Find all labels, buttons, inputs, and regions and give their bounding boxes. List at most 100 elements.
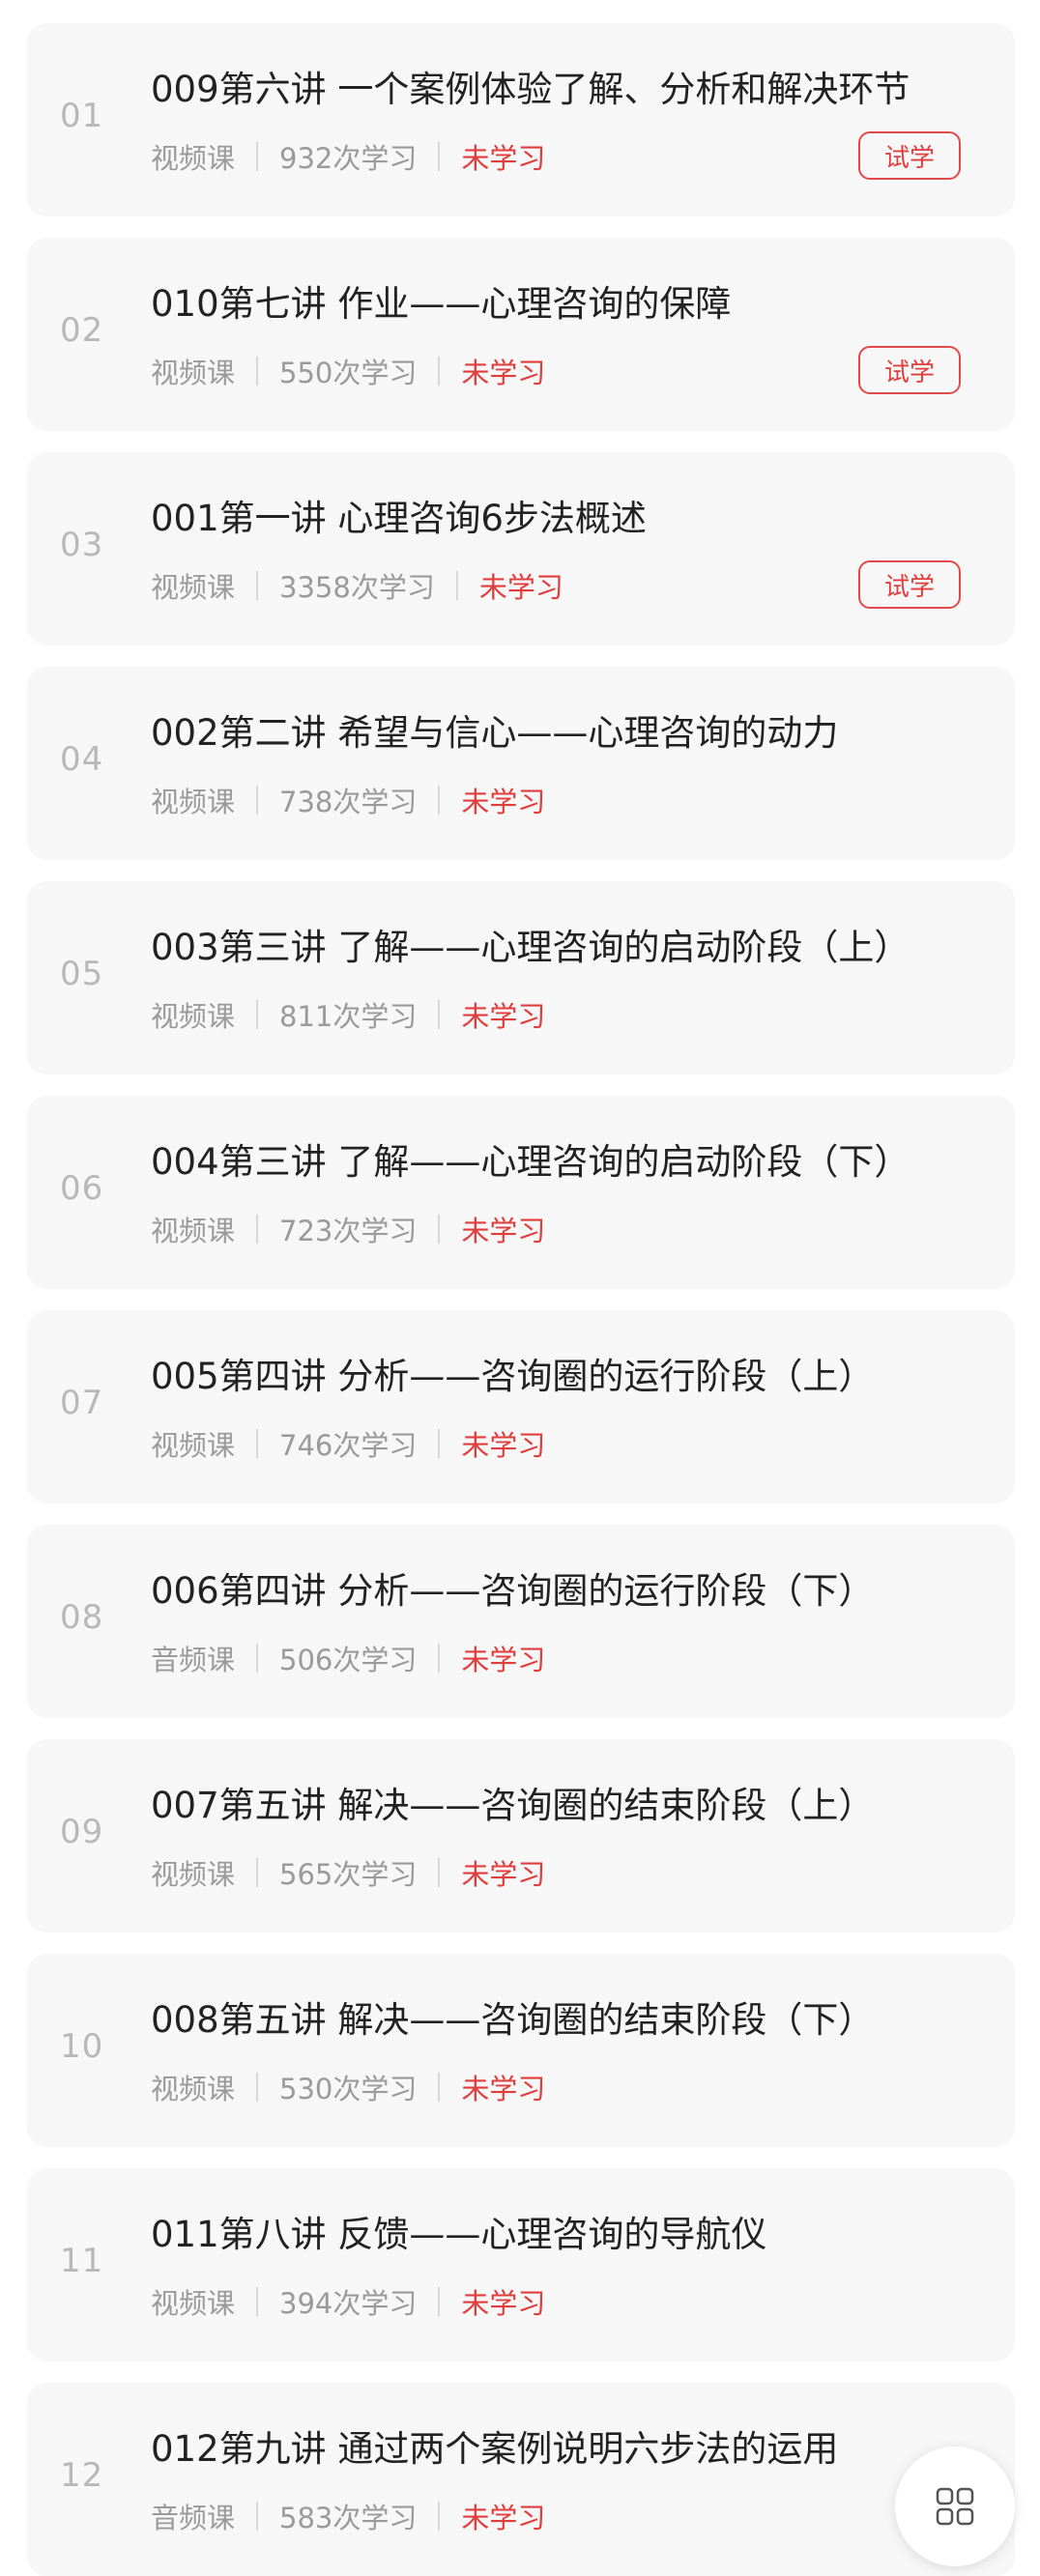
- study-count: 746次学习: [279, 1429, 418, 1462]
- lesson-number: 05: [60, 955, 104, 993]
- lesson-item[interactable]: 11 011第八讲 反馈——心理咨询的导航仪 视频课 394次学习 未学习: [27, 2168, 1015, 2361]
- divider: [256, 1858, 259, 1887]
- lesson-meta: 视频课 746次学习 未学习: [151, 1424, 545, 1463]
- lesson-meta: 视频课 565次学习 未学习: [151, 1853, 545, 1892]
- lesson-title: 002第二讲 希望与信心——心理咨询的动力: [151, 712, 839, 754]
- lesson-title: 009第六讲 一个案例体验了解、分析和解决环节: [151, 69, 910, 110]
- lesson-number: 10: [60, 2027, 104, 2066]
- study-count: 723次学习: [279, 1215, 418, 1247]
- lesson-item[interactable]: 05 003第三讲 了解——心理咨询的启动阶段（上） 视频课 811次学习 未学…: [27, 881, 1015, 1074]
- lesson-number: 09: [60, 1813, 104, 1851]
- lesson-type: 视频课: [151, 1215, 236, 1247]
- divider: [256, 1429, 259, 1458]
- trial-button[interactable]: 试学: [858, 131, 961, 180]
- lesson-meta: 视频课 550次学习 未学习: [151, 352, 545, 390]
- lesson-item[interactable]: 04 002第二讲 希望与信心——心理咨询的动力 视频课 738次学习 未学习: [27, 667, 1015, 860]
- lesson-number: 03: [60, 526, 104, 564]
- lesson-title: 008第五讲 解决——咨询圈的结束阶段（下）: [151, 1999, 875, 2041]
- lesson-item[interactable]: 09 007第五讲 解决——咨询圈的结束阶段（上） 视频课 565次学习 未学习: [27, 1739, 1015, 1932]
- study-status: 未学习: [461, 2287, 546, 2320]
- grid-menu-button[interactable]: [895, 2447, 1015, 2566]
- trial-button[interactable]: 试学: [858, 560, 961, 609]
- lesson-meta: 视频课 3358次学习 未学习: [151, 566, 563, 605]
- lesson-item[interactable]: 06 004第三讲 了解——心理咨询的启动阶段（下） 视频课 723次学习 未学…: [27, 1096, 1015, 1289]
- study-count: 565次学习: [279, 1858, 418, 1891]
- lesson-number: 08: [60, 1598, 104, 1637]
- study-status: 未学习: [461, 1644, 546, 1676]
- study-status: 未学习: [461, 1858, 546, 1891]
- lesson-title: 005第四讲 分析——咨询圈的运行阶段（上）: [151, 1356, 875, 1397]
- study-status: 未学习: [461, 357, 546, 389]
- lesson-title: 003第三讲 了解——心理咨询的启动阶段（上）: [151, 927, 910, 968]
- lesson-title: 001第一讲 心理咨询6步法概述: [151, 498, 647, 539]
- divider: [438, 2502, 441, 2531]
- lesson-item[interactable]: 01 009第六讲 一个案例体验了解、分析和解决环节 视频课 932次学习 未学…: [27, 23, 1015, 216]
- divider: [256, 1644, 259, 1673]
- divider: [438, 1429, 441, 1458]
- lesson-type: 视频课: [151, 571, 236, 604]
- trial-button[interactable]: 试学: [858, 346, 961, 394]
- lesson-number: 02: [60, 311, 104, 350]
- lesson-meta: 视频课 932次学习 未学习: [151, 137, 545, 176]
- lesson-item[interactable]: 07 005第四讲 分析——咨询圈的运行阶段（上） 视频课 746次学习 未学习: [27, 1310, 1015, 1503]
- divider: [438, 1858, 441, 1887]
- lesson-number: 04: [60, 740, 104, 779]
- study-count: 811次学习: [279, 1000, 418, 1033]
- study-count: 932次学习: [279, 142, 418, 175]
- lesson-title: 012第九讲 通过两个案例说明六步法的运用: [151, 2428, 839, 2470]
- study-count: 738次学习: [279, 786, 418, 818]
- lesson-item[interactable]: 12 012第九讲 通过两个案例说明六步法的运用 音频课 583次学习 未学习: [27, 2383, 1015, 2576]
- lesson-meta: 视频课 394次学习 未学习: [151, 2282, 545, 2321]
- study-count: 3358次学习: [279, 571, 435, 604]
- lesson-title: 010第七讲 作业——心理咨询的保障: [151, 283, 732, 325]
- lesson-number: 01: [60, 97, 104, 135]
- study-status: 未学习: [461, 142, 546, 175]
- study-count: 530次学习: [279, 2073, 418, 2105]
- lesson-type: 视频课: [151, 786, 236, 818]
- lesson-meta: 视频课 811次学习 未学习: [151, 995, 545, 1034]
- lesson-number: 07: [60, 1384, 104, 1422]
- lesson-title: 004第三讲 了解——心理咨询的启动阶段（下）: [151, 1141, 910, 1183]
- lesson-item[interactable]: 10 008第五讲 解决——咨询圈的结束阶段（下） 视频课 530次学习 未学习: [27, 1954, 1015, 2147]
- lesson-item[interactable]: 02 010第七讲 作业——心理咨询的保障 视频课 550次学习 未学习 试学: [27, 238, 1015, 431]
- study-count: 394次学习: [279, 2287, 418, 2320]
- divider: [438, 2287, 441, 2316]
- lesson-type: 视频课: [151, 1000, 236, 1033]
- study-count: 583次学习: [279, 2502, 418, 2534]
- study-status: 未学习: [461, 1000, 546, 1033]
- lesson-type: 视频课: [151, 142, 236, 175]
- lesson-number: 11: [60, 2242, 104, 2280]
- divider: [438, 786, 441, 815]
- lesson-type: 视频课: [151, 357, 236, 389]
- study-status: 未学习: [461, 2073, 546, 2105]
- divider: [256, 571, 259, 600]
- divider: [256, 2073, 259, 2102]
- divider: [438, 357, 441, 386]
- lesson-type: 音频课: [151, 1644, 236, 1676]
- lesson-title: 006第四讲 分析——咨询圈的运行阶段（下）: [151, 1570, 875, 1612]
- divider: [438, 2073, 441, 2102]
- lesson-meta: 视频课 723次学习 未学习: [151, 1210, 545, 1248]
- divider: [256, 1000, 259, 1029]
- divider: [438, 1644, 441, 1673]
- divider: [256, 2287, 259, 2316]
- lesson-meta: 音频课 506次学习 未学习: [151, 1639, 545, 1677]
- lesson-meta: 视频课 530次学习 未学习: [151, 2068, 545, 2106]
- lesson-number: 06: [60, 1169, 104, 1208]
- grid-icon: [936, 2487, 974, 2526]
- lesson-type: 视频课: [151, 1429, 236, 1462]
- lesson-item[interactable]: 08 006第四讲 分析——咨询圈的运行阶段（下） 音频课 506次学习 未学习: [27, 1525, 1015, 1718]
- lesson-title: 011第八讲 反馈——心理咨询的导航仪: [151, 2214, 767, 2255]
- lesson-type: 视频课: [151, 2073, 236, 2105]
- lesson-number: 12: [60, 2456, 104, 2495]
- lesson-meta: 视频课 738次学习 未学习: [151, 781, 545, 819]
- study-count: 550次学习: [279, 357, 418, 389]
- study-status: 未学习: [461, 2502, 546, 2534]
- study-count: 506次学习: [279, 1644, 418, 1676]
- divider: [256, 786, 259, 815]
- divider: [438, 142, 441, 171]
- lesson-item[interactable]: 03 001第一讲 心理咨询6步法概述 视频课 3358次学习 未学习 试学: [27, 452, 1015, 645]
- divider: [438, 1215, 441, 1244]
- lesson-type: 视频课: [151, 1858, 236, 1891]
- study-status: 未学习: [461, 1429, 546, 1462]
